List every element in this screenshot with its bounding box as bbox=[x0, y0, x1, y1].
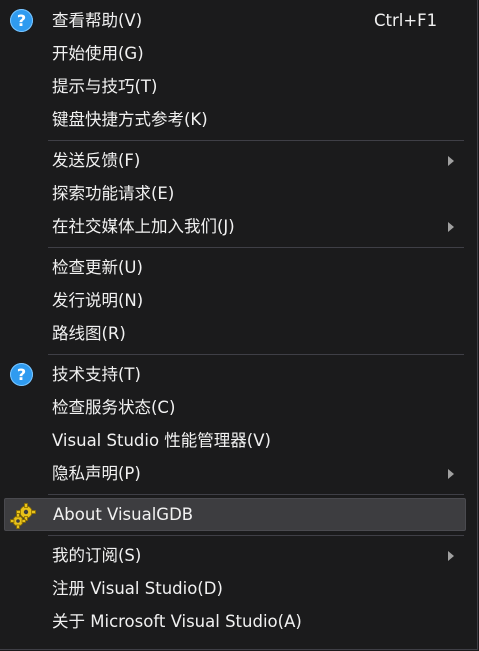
menu-item-release-notes[interactable]: 发行说明(N) bbox=[4, 284, 466, 317]
separator bbox=[48, 494, 464, 495]
menu-item-my-subscriptions[interactable]: 我的订阅(S) bbox=[4, 539, 466, 572]
menu-item-label: 关于 Microsoft Visual Studio(A) bbox=[52, 612, 302, 631]
separator bbox=[48, 140, 464, 141]
menu-item-label: 路线图(R) bbox=[52, 324, 126, 343]
menu-item-social-media[interactable]: 在社交媒体上加入我们(J) bbox=[4, 210, 466, 243]
menu-item-label: 发送反馈(F) bbox=[52, 151, 141, 170]
menu-item-about-visual-studio[interactable]: 关于 Microsoft Visual Studio(A) bbox=[4, 605, 466, 638]
separator bbox=[48, 535, 464, 536]
menu-item-label: 提示与技巧(T) bbox=[52, 77, 158, 96]
menu-item-label: 键盘快捷方式参考(K) bbox=[52, 110, 208, 129]
menu-item-label: 探索功能请求(E) bbox=[52, 184, 175, 203]
menu-item-about-visualgdb[interactable]: About VisualGDB bbox=[4, 498, 466, 531]
menu-item-roadmap[interactable]: 路线图(R) bbox=[4, 317, 466, 350]
menu-item-label: 在社交媒体上加入我们(J) bbox=[52, 217, 235, 236]
menu-item-label: 检查服务状态(C) bbox=[52, 398, 176, 417]
menu-item-technical-support[interactable]: ? 技术支持(T) bbox=[4, 358, 466, 391]
menu-item-performance-manager[interactable]: Visual Studio 性能管理器(V) bbox=[4, 424, 466, 457]
separator bbox=[48, 247, 464, 248]
menu-item-view-help[interactable]: ? 查看帮助(V) Ctrl+F1 bbox=[4, 4, 466, 37]
menu-item-label: Visual Studio 性能管理器(V) bbox=[52, 431, 271, 450]
menu-item-label: 发行说明(N) bbox=[52, 291, 144, 310]
menu-item-label: 我的订阅(S) bbox=[52, 546, 142, 565]
help-menu: ? 查看帮助(V) Ctrl+F1 开始使用(G) 提示与技巧(T) 键盘快捷方… bbox=[0, 0, 478, 650]
submenu-arrow-icon bbox=[448, 469, 454, 479]
menu-item-register-visual-studio[interactable]: 注册 Visual Studio(D) bbox=[4, 572, 466, 605]
menu-item-label: 检查更新(U) bbox=[52, 258, 143, 277]
menu-item-privacy-statement[interactable]: 隐私声明(P) bbox=[4, 457, 466, 490]
shortcut-label: Ctrl+F1 bbox=[374, 11, 438, 30]
menu-item-label: 查看帮助(V) bbox=[52, 11, 143, 30]
separator bbox=[48, 354, 464, 355]
help-icon: ? bbox=[10, 9, 33, 32]
menu-item-label: 隐私声明(P) bbox=[52, 464, 141, 483]
menu-item-feature-requests[interactable]: 探索功能请求(E) bbox=[4, 177, 466, 210]
menu-item-tips-tricks[interactable]: 提示与技巧(T) bbox=[4, 70, 466, 103]
menu-item-label: About VisualGDB bbox=[53, 505, 194, 524]
menu-item-label: 开始使用(G) bbox=[52, 44, 144, 63]
menu-item-label: 技术支持(T) bbox=[52, 365, 141, 384]
menu-item-label: 注册 Visual Studio(D) bbox=[52, 579, 223, 598]
submenu-arrow-icon bbox=[448, 222, 454, 232]
visualgdb-gear-icon bbox=[10, 503, 36, 529]
menu-item-get-started[interactable]: 开始使用(G) bbox=[4, 37, 466, 70]
menu-item-send-feedback[interactable]: 发送反馈(F) bbox=[4, 144, 466, 177]
submenu-arrow-icon bbox=[448, 156, 454, 166]
menu-item-keyboard-shortcuts[interactable]: 键盘快捷方式参考(K) bbox=[4, 103, 466, 136]
menu-item-check-updates[interactable]: 检查更新(U) bbox=[4, 251, 466, 284]
submenu-arrow-icon bbox=[448, 551, 454, 561]
help-icon: ? bbox=[10, 363, 33, 386]
menu-item-service-status[interactable]: 检查服务状态(C) bbox=[4, 391, 466, 424]
